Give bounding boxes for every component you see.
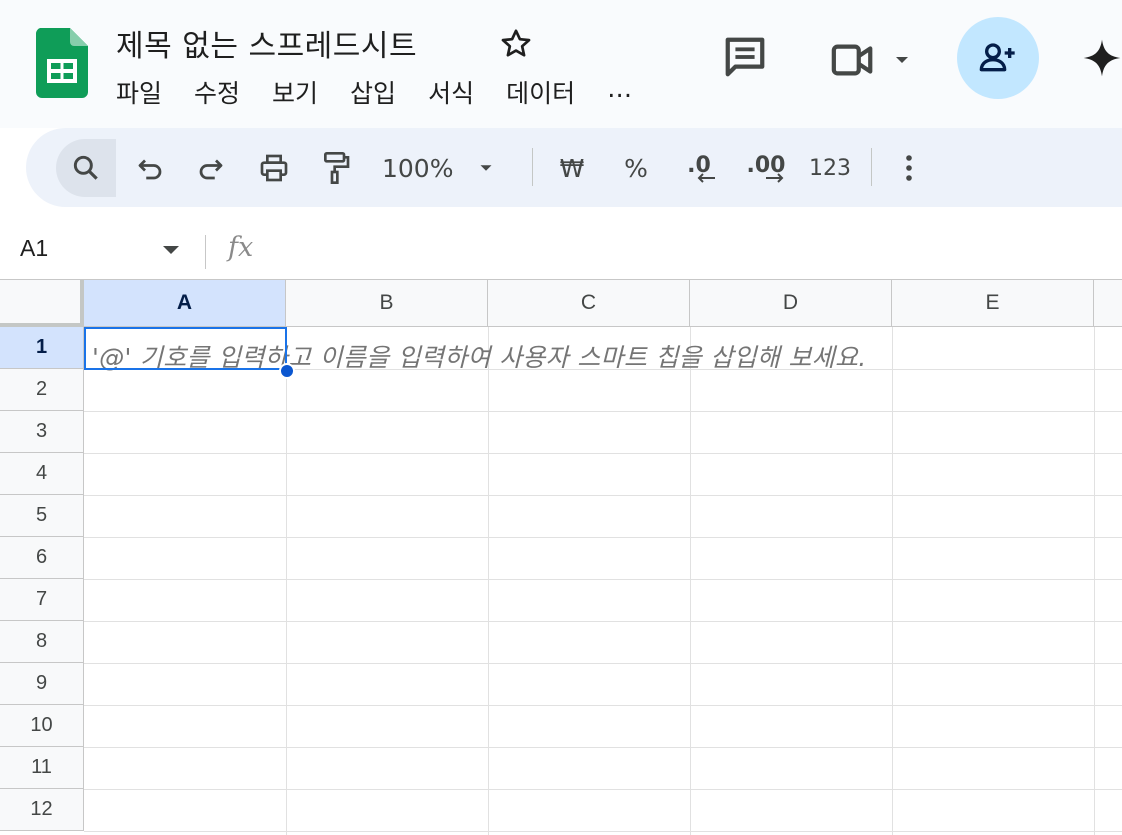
redo-icon — [199, 159, 223, 180]
undo-icon — [138, 159, 162, 180]
row-header-10[interactable]: 10 — [0, 705, 84, 747]
row-header-8[interactable]: 8 — [0, 621, 84, 663]
chevron-down-icon — [480, 165, 492, 171]
menu-view[interactable]: 보기 — [272, 74, 318, 110]
percent-icon: % — [624, 153, 648, 183]
gridline — [690, 327, 691, 835]
gridline — [84, 537, 1122, 538]
app-header: 제목 없는 스프레드시트 파일 수정 보기 삽입 서식 데이터 … — [0, 0, 1122, 128]
gridline — [488, 327, 489, 835]
active-cell-a1[interactable] — [84, 327, 287, 370]
gridline — [84, 579, 1122, 580]
row-header-4[interactable]: 4 — [0, 453, 84, 495]
row-header-9[interactable]: 9 — [0, 663, 84, 705]
comment-icon[interactable] — [722, 34, 768, 80]
paint-format-button[interactable] — [314, 146, 358, 190]
undo-button[interactable] — [128, 146, 172, 190]
print-button[interactable] — [252, 146, 296, 190]
gridline — [1094, 327, 1095, 835]
gridline — [286, 327, 287, 835]
more-formats-button[interactable]: 123 — [806, 146, 854, 190]
video-camera-icon — [831, 44, 873, 76]
row-header-11[interactable]: 11 — [0, 747, 84, 789]
menu-format[interactable]: 서식 — [428, 74, 474, 110]
row-header-6[interactable]: 6 — [0, 537, 84, 579]
gridline — [84, 453, 1122, 454]
chevron-down-icon — [896, 57, 908, 63]
menu-file[interactable]: 파일 — [116, 74, 162, 110]
select-all-corner[interactable] — [0, 280, 84, 327]
column-header-c[interactable]: C — [488, 280, 690, 327]
more-vert-icon — [906, 155, 912, 181]
sheet-grid[interactable]: A B C D E 1 2 3 4 5 6 7 8 9 10 11 12 '@'… — [0, 280, 1122, 835]
fx-icon: fx — [228, 232, 254, 263]
column-header-a[interactable]: A — [84, 280, 286, 327]
google-sheets-logo[interactable] — [36, 28, 88, 98]
search-icon — [73, 155, 98, 180]
menu-more[interactable]: … — [607, 74, 632, 110]
column-header-e[interactable]: E — [892, 280, 1094, 327]
gridline — [84, 831, 1122, 832]
column-header-f[interactable] — [1094, 280, 1122, 327]
column-header-d[interactable]: D — [690, 280, 892, 327]
gridline — [84, 495, 1122, 496]
gridline — [84, 705, 1122, 706]
arrow-right-icon — [766, 172, 784, 183]
star-icon[interactable] — [498, 26, 534, 62]
gridline — [84, 621, 1122, 622]
add-person-icon — [979, 43, 1015, 72]
number-format-label: 123 — [809, 155, 851, 181]
redo-button[interactable] — [189, 146, 233, 190]
percent-format-button[interactable]: % — [616, 146, 656, 190]
row-header-1[interactable]: 1 — [0, 327, 84, 369]
row-header-3[interactable]: 3 — [0, 411, 84, 453]
row-header-2[interactable]: 2 — [0, 369, 84, 411]
gemini-sparkle-icon[interactable] — [1082, 36, 1122, 80]
gridline — [84, 747, 1122, 748]
toolbar: 100% ₩ % .0 .00 123 — [26, 128, 1122, 207]
document-title[interactable]: 제목 없는 스프레드시트 — [116, 21, 417, 65]
formula-divider — [205, 235, 206, 269]
gridline — [84, 789, 1122, 790]
arrow-left-icon — [697, 172, 715, 183]
menu-insert[interactable]: 삽입 — [350, 74, 396, 110]
row-header-5[interactable]: 5 — [0, 495, 84, 537]
menu-bar: 파일 수정 보기 삽입 서식 데이터 … — [116, 74, 632, 110]
chevron-down-icon[interactable] — [163, 246, 179, 254]
zoom-value: 100% — [382, 153, 454, 183]
name-box[interactable]: A1 — [20, 235, 48, 262]
increase-decimal-button[interactable]: .00 — [738, 146, 794, 190]
fill-handle[interactable] — [279, 363, 295, 379]
currency-icon: ₩ — [559, 153, 585, 183]
meet-button[interactable] — [830, 40, 920, 80]
gridline — [84, 411, 1122, 412]
search-menus-button[interactable] — [56, 139, 116, 197]
zoom-select[interactable]: 100% — [382, 146, 514, 190]
more-options-button[interactable] — [892, 146, 926, 190]
toolbar-divider — [532, 148, 533, 186]
formula-bar: A1 fx — [0, 222, 1122, 280]
menu-data[interactable]: 데이터 — [506, 74, 575, 110]
paint-format-icon — [324, 151, 350, 184]
share-button[interactable] — [957, 17, 1039, 99]
toolbar-divider — [871, 148, 872, 186]
column-header-b[interactable]: B — [286, 280, 488, 327]
row-header-12[interactable]: 12 — [0, 789, 84, 831]
gridline — [892, 327, 893, 835]
print-icon — [260, 154, 288, 182]
menu-edit[interactable]: 수정 — [194, 74, 240, 110]
decrease-decimal-button[interactable]: .0 — [674, 146, 724, 190]
gridline — [84, 663, 1122, 664]
currency-format-button[interactable]: ₩ — [552, 146, 592, 190]
row-header-7[interactable]: 7 — [0, 579, 84, 621]
